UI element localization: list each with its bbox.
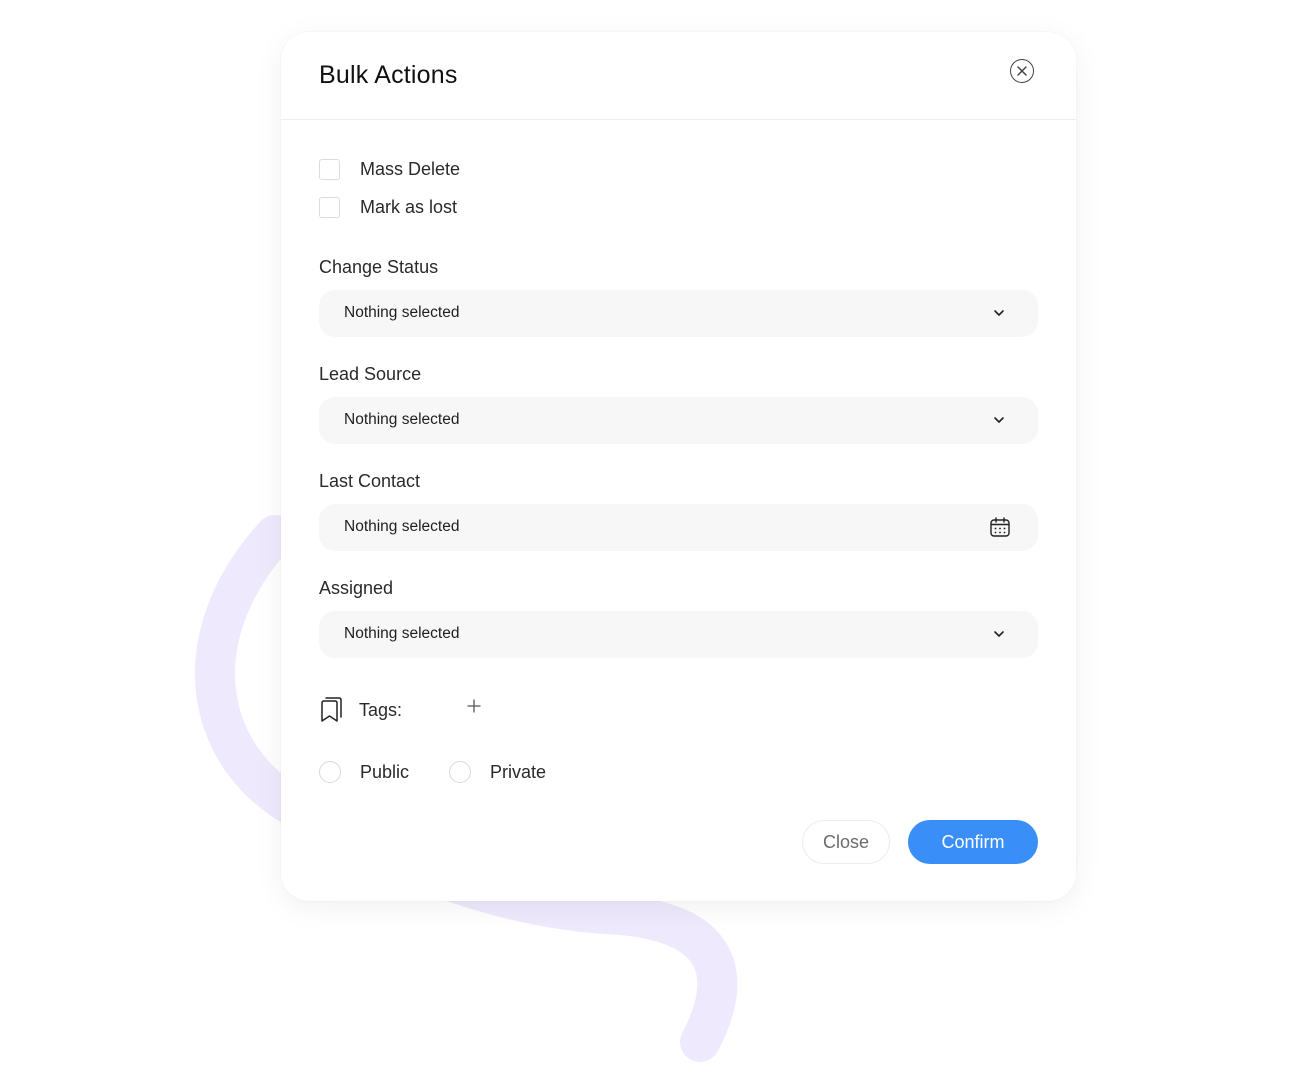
plus-icon[interactable] <box>465 697 483 715</box>
tags-label: Tags: <box>359 700 403 720</box>
public-option[interactable]: Public <box>319 760 409 784</box>
assigned-value: Nothing selected <box>344 625 460 642</box>
assigned-label: Assigned <box>319 578 394 598</box>
mark-as-lost-checkbox[interactable] <box>319 196 340 218</box>
change-status-label: Change Status <box>319 257 439 277</box>
mass-delete-checkbox[interactable] <box>319 158 340 180</box>
change-status-select[interactable]: Nothing selected <box>319 290 1038 337</box>
modal-header: Bulk Actions <box>281 32 1076 120</box>
lead-source-select[interactable]: Nothing selected <box>319 397 1038 444</box>
last-contact-value: Nothing selected <box>344 518 460 535</box>
private-option[interactable]: Private <box>449 760 546 784</box>
close-button[interactable]: Close <box>802 820 890 864</box>
close-icon[interactable] <box>1010 59 1034 83</box>
modal-title: Bulk Actions <box>319 61 458 89</box>
last-contact-date-input[interactable]: Nothing selected <box>319 504 1038 551</box>
tags-row: Tags: <box>319 696 619 724</box>
public-label: Public <box>360 761 410 782</box>
lead-source-label: Lead Source <box>319 364 422 384</box>
public-radio[interactable] <box>319 761 341 783</box>
private-radio[interactable] <box>449 761 471 783</box>
chevron-down-icon <box>994 631 1004 637</box>
confirm-button[interactable]: Confirm <box>908 820 1038 864</box>
mark-as-lost-label: Mark as lost <box>360 196 458 217</box>
assigned-select[interactable]: Nothing selected <box>319 611 1038 658</box>
chevron-down-icon <box>994 417 1004 423</box>
chevron-down-icon <box>994 310 1004 316</box>
calendar-icon[interactable] <box>989 516 1011 538</box>
lead-source-value: Nothing selected <box>344 411 460 428</box>
mass-delete-label: Mass Delete <box>360 158 461 179</box>
bookmark-icon <box>321 697 342 722</box>
mark-as-lost-option[interactable]: Mark as lost <box>319 196 457 218</box>
last-contact-label: Last Contact <box>319 471 421 491</box>
bulk-actions-modal: Bulk Actions Mass Delete Mark as lost Ch… <box>281 32 1076 901</box>
change-status-value: Nothing selected <box>344 304 460 321</box>
private-label: Private <box>490 761 547 782</box>
mass-delete-option[interactable]: Mass Delete <box>319 158 460 180</box>
